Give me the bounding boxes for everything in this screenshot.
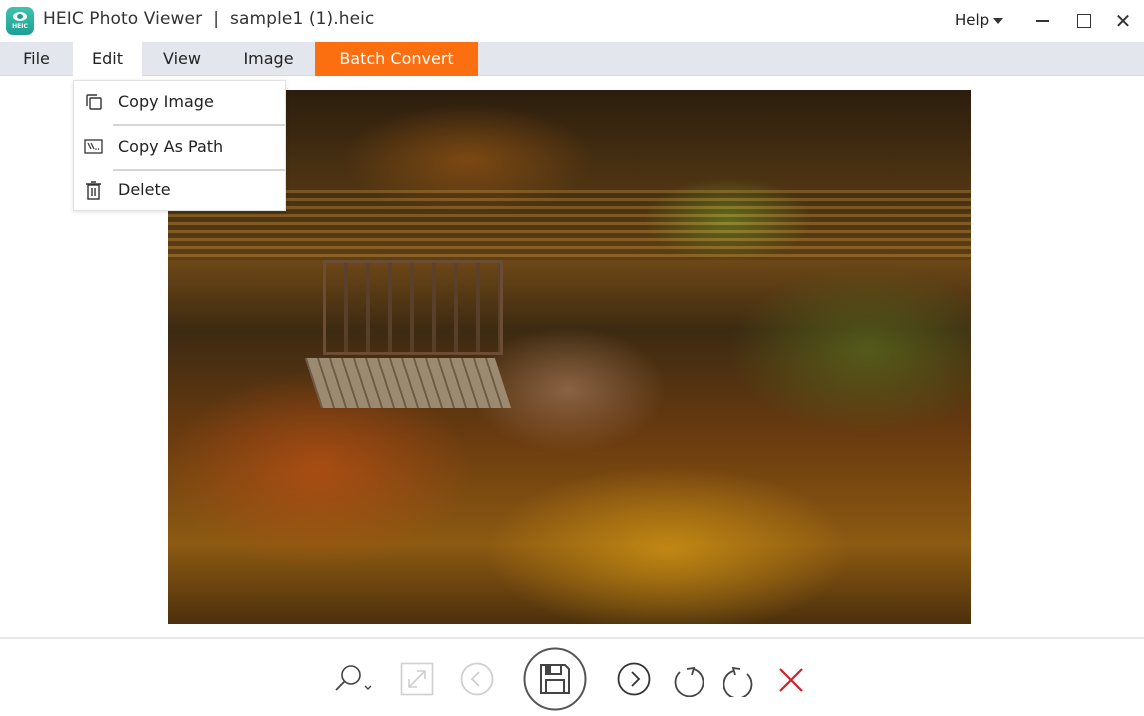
water-reflection	[168, 190, 971, 260]
close-window-button[interactable]: ✕	[1110, 8, 1136, 34]
path-icon	[84, 139, 103, 154]
photo-display	[168, 90, 971, 624]
delete-label: Delete	[118, 180, 171, 199]
expand-icon	[400, 662, 434, 696]
window-title: HEIC Photo Viewer | sample1 (1).heic	[43, 9, 375, 29]
magnifier-dropdown-icon	[335, 665, 372, 691]
previous-button[interactable]	[460, 662, 494, 696]
copy-image-label: Copy Image	[118, 92, 214, 111]
edit-dropdown-menu: Copy Image Copy As Path Delete	[73, 80, 286, 211]
copy-as-path-label: Copy As Path	[118, 137, 224, 156]
title-bar: HEIC HEIC Photo Viewer | sample1 (1).hei…	[0, 0, 1144, 42]
menu-item-copy-as-path[interactable]: Copy As Path	[74, 126, 285, 169]
menu-view[interactable]: View	[142, 42, 222, 76]
batch-convert-button[interactable]: Batch Convert	[315, 42, 478, 76]
zoom-button[interactable]	[334, 663, 376, 695]
menu-bar: File Edit View Image Batch Convert	[0, 42, 1144, 76]
menu-file[interactable]: File	[0, 42, 73, 76]
rotate-right-button[interactable]	[723, 661, 757, 697]
trash-icon	[86, 181, 101, 200]
maximize-button[interactable]	[1070, 8, 1096, 34]
help-menu-button[interactable]: Help	[955, 11, 1004, 29]
caret-down-icon	[993, 18, 1004, 24]
app-logo-icon: HEIC	[6, 7, 34, 35]
rotate-ccw-icon	[674, 666, 704, 697]
save-button[interactable]	[523, 647, 587, 711]
chevron-left-circle-icon	[460, 662, 494, 696]
rotate-cw-icon	[723, 666, 753, 697]
copy-icon	[86, 94, 102, 110]
menu-image[interactable]: Image	[222, 42, 315, 76]
help-label: Help	[955, 11, 990, 29]
rotate-left-button[interactable]	[670, 661, 704, 697]
dock-roof	[304, 358, 512, 408]
minimize-button[interactable]	[1030, 8, 1056, 34]
dock-structure	[323, 260, 503, 355]
close-image-button[interactable]	[777, 666, 805, 694]
fit-to-window-button[interactable]	[400, 662, 434, 696]
red-x-icon	[779, 668, 803, 692]
chevron-right-circle-icon	[617, 662, 651, 696]
menu-edit[interactable]: Edit	[73, 42, 142, 76]
next-button[interactable]	[617, 662, 651, 696]
menu-item-delete[interactable]: Delete	[74, 171, 285, 211]
bottom-toolbar	[0, 639, 1144, 716]
menu-item-copy-image[interactable]: Copy Image	[74, 81, 285, 124]
floppy-disk-icon	[523, 647, 587, 711]
